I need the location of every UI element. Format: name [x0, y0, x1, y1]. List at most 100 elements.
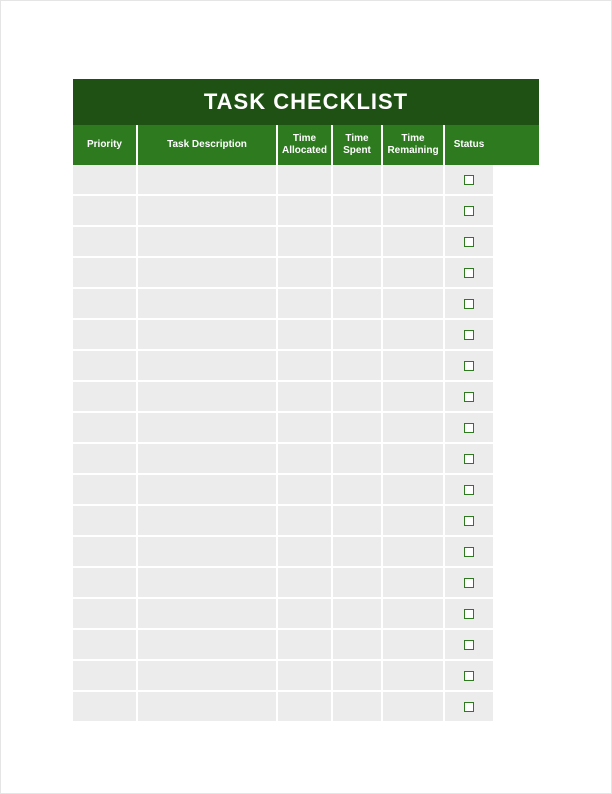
cell-spent[interactable]: [333, 692, 383, 723]
checkbox-icon[interactable]: [464, 671, 474, 681]
cell-alloc[interactable]: [278, 506, 333, 537]
cell-alloc[interactable]: [278, 165, 333, 196]
cell-priority[interactable]: [73, 227, 138, 258]
cell-remain[interactable]: [383, 506, 445, 537]
checkbox-icon[interactable]: [464, 516, 474, 526]
cell-alloc[interactable]: [278, 599, 333, 630]
cell-remain[interactable]: [383, 692, 445, 723]
cell-alloc[interactable]: [278, 258, 333, 289]
cell-priority[interactable]: [73, 413, 138, 444]
cell-desc[interactable]: [138, 661, 278, 692]
cell-desc[interactable]: [138, 537, 278, 568]
cell-priority[interactable]: [73, 351, 138, 382]
checkbox-icon[interactable]: [464, 640, 474, 650]
cell-priority[interactable]: [73, 506, 138, 537]
cell-remain[interactable]: [383, 320, 445, 351]
cell-spent[interactable]: [333, 258, 383, 289]
cell-remain[interactable]: [383, 661, 445, 692]
cell-desc[interactable]: [138, 320, 278, 351]
cell-spent[interactable]: [333, 506, 383, 537]
cell-alloc[interactable]: [278, 289, 333, 320]
cell-alloc[interactable]: [278, 413, 333, 444]
cell-desc[interactable]: [138, 413, 278, 444]
cell-priority[interactable]: [73, 692, 138, 723]
checkbox-icon[interactable]: [464, 268, 474, 278]
cell-spent[interactable]: [333, 320, 383, 351]
checkbox-icon[interactable]: [464, 485, 474, 495]
cell-alloc[interactable]: [278, 630, 333, 661]
checkbox-icon[interactable]: [464, 578, 474, 588]
cell-desc[interactable]: [138, 568, 278, 599]
cell-spent[interactable]: [333, 227, 383, 258]
cell-remain[interactable]: [383, 165, 445, 196]
cell-spent[interactable]: [333, 289, 383, 320]
checkbox-icon[interactable]: [464, 175, 474, 185]
cell-remain[interactable]: [383, 351, 445, 382]
cell-spent[interactable]: [333, 599, 383, 630]
cell-alloc[interactable]: [278, 568, 333, 599]
cell-desc[interactable]: [138, 351, 278, 382]
cell-alloc[interactable]: [278, 661, 333, 692]
cell-remain[interactable]: [383, 289, 445, 320]
cell-priority[interactable]: [73, 444, 138, 475]
cell-alloc[interactable]: [278, 320, 333, 351]
cell-alloc[interactable]: [278, 692, 333, 723]
cell-priority[interactable]: [73, 475, 138, 506]
cell-desc[interactable]: [138, 258, 278, 289]
checkbox-icon[interactable]: [464, 237, 474, 247]
cell-alloc[interactable]: [278, 475, 333, 506]
checkbox-icon[interactable]: [464, 609, 474, 619]
cell-priority[interactable]: [73, 568, 138, 599]
cell-spent[interactable]: [333, 568, 383, 599]
cell-desc[interactable]: [138, 599, 278, 630]
checkbox-icon[interactable]: [464, 206, 474, 216]
cell-desc[interactable]: [138, 382, 278, 413]
cell-desc[interactable]: [138, 692, 278, 723]
cell-remain[interactable]: [383, 196, 445, 227]
cell-desc[interactable]: [138, 165, 278, 196]
cell-remain[interactable]: [383, 568, 445, 599]
cell-alloc[interactable]: [278, 444, 333, 475]
cell-spent[interactable]: [333, 537, 383, 568]
cell-remain[interactable]: [383, 413, 445, 444]
cell-priority[interactable]: [73, 661, 138, 692]
cell-spent[interactable]: [333, 444, 383, 475]
checkbox-icon[interactable]: [464, 702, 474, 712]
cell-remain[interactable]: [383, 258, 445, 289]
cell-desc[interactable]: [138, 444, 278, 475]
cell-remain[interactable]: [383, 537, 445, 568]
checkbox-icon[interactable]: [464, 299, 474, 309]
cell-priority[interactable]: [73, 599, 138, 630]
cell-remain[interactable]: [383, 444, 445, 475]
cell-desc[interactable]: [138, 630, 278, 661]
cell-spent[interactable]: [333, 475, 383, 506]
cell-spent[interactable]: [333, 165, 383, 196]
checkbox-icon[interactable]: [464, 454, 474, 464]
checkbox-icon[interactable]: [464, 547, 474, 557]
cell-priority[interactable]: [73, 382, 138, 413]
cell-alloc[interactable]: [278, 351, 333, 382]
cell-desc[interactable]: [138, 227, 278, 258]
cell-priority[interactable]: [73, 537, 138, 568]
checkbox-icon[interactable]: [464, 330, 474, 340]
cell-alloc[interactable]: [278, 537, 333, 568]
cell-spent[interactable]: [333, 661, 383, 692]
cell-desc[interactable]: [138, 289, 278, 320]
cell-remain[interactable]: [383, 630, 445, 661]
cell-priority[interactable]: [73, 289, 138, 320]
cell-desc[interactable]: [138, 475, 278, 506]
cell-priority[interactable]: [73, 258, 138, 289]
cell-priority[interactable]: [73, 320, 138, 351]
cell-remain[interactable]: [383, 475, 445, 506]
cell-desc[interactable]: [138, 506, 278, 537]
cell-remain[interactable]: [383, 599, 445, 630]
cell-remain[interactable]: [383, 382, 445, 413]
cell-spent[interactable]: [333, 413, 383, 444]
cell-priority[interactable]: [73, 165, 138, 196]
cell-spent[interactable]: [333, 351, 383, 382]
cell-spent[interactable]: [333, 196, 383, 227]
cell-spent[interactable]: [333, 382, 383, 413]
cell-remain[interactable]: [383, 227, 445, 258]
cell-alloc[interactable]: [278, 382, 333, 413]
cell-spent[interactable]: [333, 630, 383, 661]
